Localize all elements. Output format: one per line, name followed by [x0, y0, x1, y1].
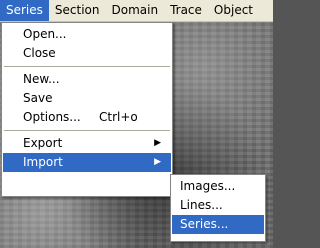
submenu-arrow-icon: ▶ [154, 138, 161, 148]
menu-item-new[interactable]: New... [3, 70, 171, 89]
menu-item-label: Close [23, 46, 56, 60]
menu-item-label: Images... [180, 179, 236, 193]
series-dropdown-menu: Open... Close New... Save Options... Ctr… [1, 22, 173, 197]
menu-item-export[interactable]: Export ▶ [3, 134, 171, 153]
menu-item-label: Import [23, 155, 63, 169]
submenu-item-series[interactable]: Series... [172, 215, 264, 234]
menu-separator [4, 66, 170, 67]
menu-item-open[interactable]: Open... [3, 25, 171, 44]
shortcut-label: Ctrl+o [99, 110, 138, 124]
menu-item-label: Options... [23, 110, 81, 124]
menu-series[interactable]: Series [0, 0, 49, 21]
submenu-item-lines[interactable]: Lines... [172, 196, 264, 215]
import-submenu: Images... Lines... Series... [170, 174, 266, 242]
submenu-arrow-icon: ▶ [154, 157, 161, 167]
menu-trace[interactable]: Trace [164, 0, 208, 21]
menu-item-close[interactable]: Close [3, 44, 171, 63]
menu-item-label: Open... [23, 27, 67, 41]
menu-item-label: Export [23, 136, 63, 150]
menu-item-label: New... [23, 72, 60, 86]
menu-item-label: Save [23, 91, 53, 105]
menu-separator [4, 130, 170, 131]
menu-bar: Series Section Domain Trace Object [0, 0, 273, 22]
menu-item-import[interactable]: Import ▶ [3, 153, 171, 172]
menu-domain[interactable]: Domain [106, 0, 165, 21]
menu-section[interactable]: Section [49, 0, 106, 21]
menu-item-label: Lines... [180, 198, 223, 212]
menu-item-label: Series... [180, 217, 229, 231]
menu-item-save[interactable]: Save [3, 89, 171, 108]
menu-object[interactable]: Object [208, 0, 259, 21]
menu-item-options[interactable]: Options... Ctrl+o [3, 108, 171, 127]
submenu-item-images[interactable]: Images... [172, 177, 264, 196]
